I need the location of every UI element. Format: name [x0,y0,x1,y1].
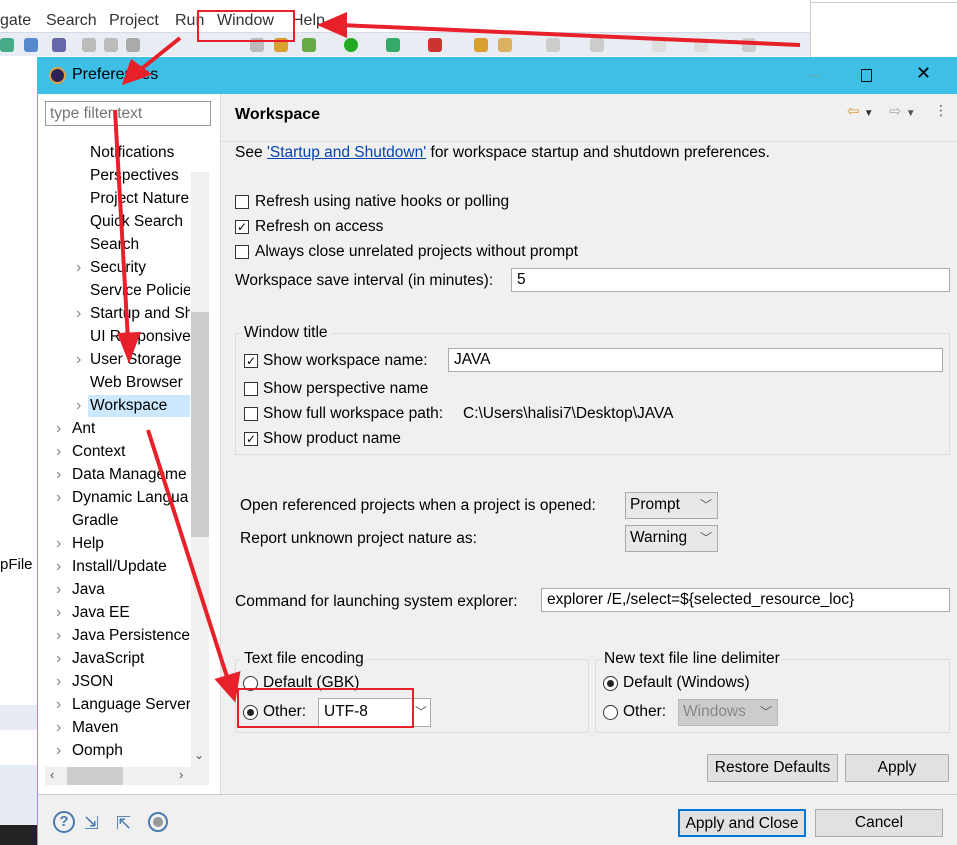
annotation-arrow [146,429,230,681]
encoding-highlight [237,688,414,728]
arrow-head [316,11,347,39]
annotation-overlay [113,10,801,728]
arrow-head [214,671,241,703]
annotation-arrow [113,109,130,341]
arrow-head [117,331,141,364]
window-menu-highlight [197,10,295,42]
annotation-arrow [138,36,182,72]
annotation-arrow [339,23,801,47]
